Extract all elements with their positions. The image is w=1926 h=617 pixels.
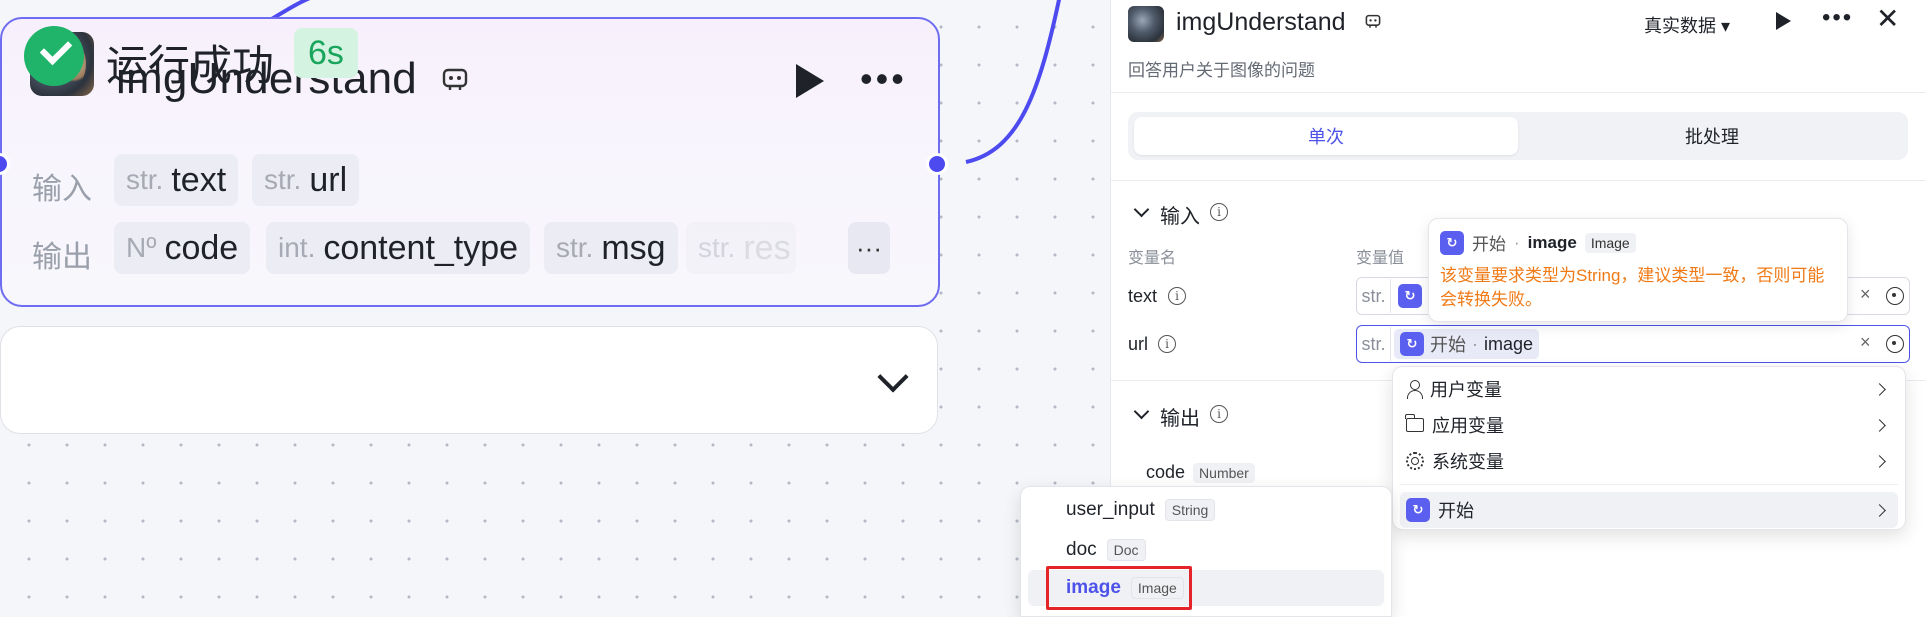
check-circle-icon xyxy=(24,26,84,86)
output-section-title: 输出 xyxy=(1160,408,1200,430)
play-icon[interactable] xyxy=(1776,12,1791,30)
variable-picker-icon[interactable] xyxy=(1886,335,1904,353)
data-mode-select[interactable]: 真实数据 ▾ xyxy=(1644,12,1730,38)
panel-description: 回答用户关于图像的问题 xyxy=(1128,61,1315,80)
chevron-right-icon xyxy=(1873,382,1886,396)
more-outputs-button[interactable]: ··· xyxy=(848,222,890,274)
node-output-chip: str. msg xyxy=(544,222,678,274)
gear-icon xyxy=(1406,452,1424,470)
robot-badge-icon xyxy=(1364,12,1382,35)
user-icon xyxy=(1406,380,1423,399)
tab-batch[interactable]: 批处理 xyxy=(1520,117,1904,155)
folder-icon xyxy=(1405,414,1424,432)
robot-badge-icon xyxy=(440,64,470,101)
submenu-item-user-input[interactable]: user_input String xyxy=(1028,492,1384,528)
clear-icon[interactable]: × xyxy=(1860,284,1871,305)
tooltip-warning: 该变量要求类型为String，建议类型一致，否则可能会转换失败。 xyxy=(1440,266,1825,309)
run-time-badge: 6s xyxy=(294,28,358,78)
close-icon[interactable]: ✕ xyxy=(1876,2,1899,35)
tab-single[interactable]: 单次 xyxy=(1134,117,1518,155)
type-prefix: str. xyxy=(1357,279,1391,313)
node-output-chip: int. content_type xyxy=(266,222,531,274)
node-input-chip: str. url xyxy=(252,154,360,206)
output-port[interactable] xyxy=(926,153,948,175)
panel-title: imgUnderstand xyxy=(1176,8,1346,36)
info-icon[interactable]: i xyxy=(1158,335,1176,353)
var-name-url: url xyxy=(1128,334,1149,354)
highlight-box xyxy=(1046,566,1192,610)
variable-reference-chip[interactable]: ↻ 开始 · image xyxy=(1394,329,1540,359)
reference-icon: ↻ xyxy=(1400,332,1424,356)
var-name-text: text xyxy=(1128,286,1158,306)
output-row: code Number xyxy=(1146,462,1255,483)
variable-picker-icon[interactable] xyxy=(1886,287,1904,305)
run-status-text: 运行成功 xyxy=(106,42,275,89)
menu-item-system-vars[interactable]: 系统变量 xyxy=(1400,444,1898,478)
chevron-right-icon xyxy=(1873,454,1886,468)
node-output-chip: Nº code xyxy=(114,222,251,274)
tooltip-header: ↻ 开始 · image Image xyxy=(1440,230,1636,255)
input-section-title: 输入 xyxy=(1160,206,1200,228)
info-icon[interactable]: i xyxy=(1168,287,1186,305)
more-icon[interactable]: ••• xyxy=(860,58,907,100)
reference-icon: ↻ xyxy=(1440,230,1464,255)
panel-avatar xyxy=(1128,6,1164,42)
chevron-right-icon xyxy=(1873,503,1886,517)
menu-item-app-vars[interactable]: 应用变量 xyxy=(1400,408,1898,442)
divider xyxy=(1110,180,1926,181)
play-icon[interactable] xyxy=(796,64,824,98)
col-var-name: 变量名 xyxy=(1128,250,1177,267)
node-input-label: 输入 xyxy=(32,173,92,206)
more-icon[interactable]: ••• xyxy=(1822,4,1853,32)
submenu-item-doc[interactable]: doc Doc xyxy=(1028,532,1384,568)
divider xyxy=(1400,484,1898,485)
node-input-chip: str. text xyxy=(114,154,239,206)
menu-item-start[interactable]: ↻ 开始 xyxy=(1400,492,1898,528)
menu-item-user-vars[interactable]: 用户变量 xyxy=(1400,372,1898,406)
clear-icon[interactable]: × xyxy=(1860,332,1871,353)
node-output-chip: str. res xyxy=(686,222,796,274)
run-status-card[interactable] xyxy=(0,326,938,434)
col-var-value: 变量值 xyxy=(1356,250,1405,267)
divider xyxy=(1110,92,1926,93)
node-output-label: 输出 xyxy=(32,241,92,274)
reference-icon: ↻ xyxy=(1406,498,1430,522)
info-icon[interactable]: i xyxy=(1210,203,1228,221)
edge-outgoing xyxy=(965,0,1061,164)
reference-icon: ↻ xyxy=(1398,284,1422,308)
chevron-right-icon xyxy=(1873,418,1886,432)
type-prefix: str. xyxy=(1357,327,1391,361)
info-icon[interactable]: i xyxy=(1210,405,1228,423)
